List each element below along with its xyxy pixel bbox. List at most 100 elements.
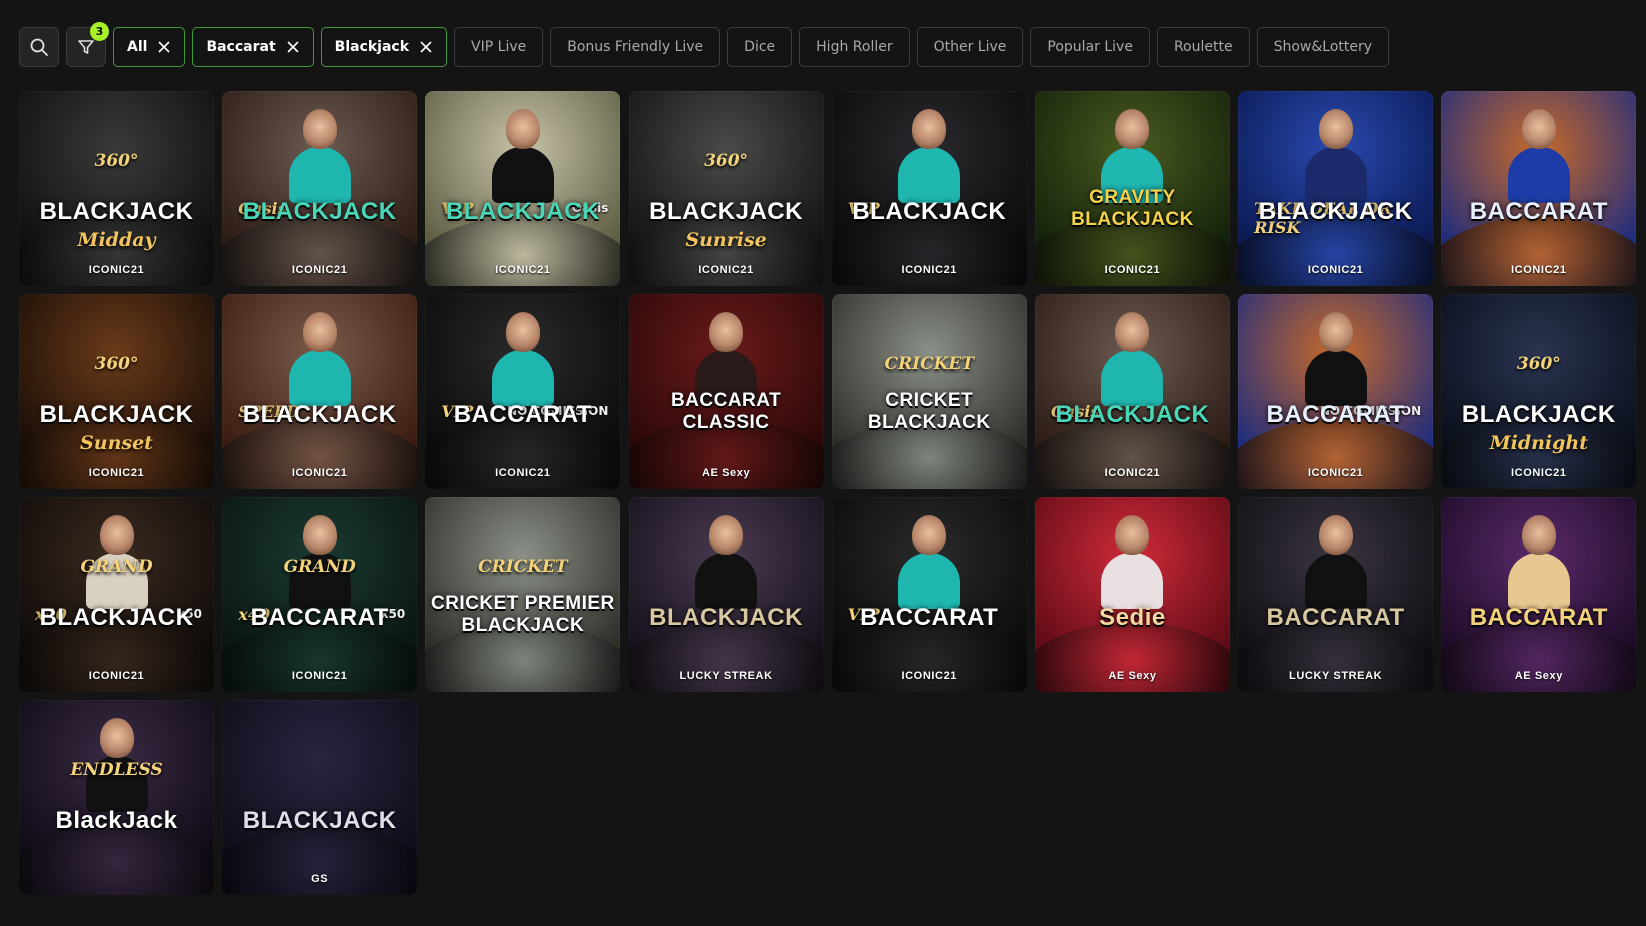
game-title: BLACKJACK <box>39 198 194 225</box>
game-provider-logo: ICONIC21 <box>291 670 348 682</box>
filter-chip-label: Other Live <box>933 39 1007 55</box>
game-title-top: 360° <box>94 354 139 374</box>
game-tile[interactable]: GRAND x40 x50 BLACKJACK ICONIC21 <box>19 497 214 692</box>
game-provider-logo: ICONIC21 <box>495 264 551 276</box>
game-tile[interactable]: VIP NO COMISSION BACCARAT ICONIC21 <box>425 294 621 489</box>
game-tile[interactable]: 360° BLACKJACK Sunrise ICONIC21 <box>628 91 824 286</box>
game-title-top: CRICKET <box>478 557 568 577</box>
game-title: BLACKJACK <box>1461 401 1616 428</box>
game-tile[interactable]: ENDLESS BlackJack <box>19 700 214 895</box>
filter-chip-all[interactable]: All <box>113 27 186 67</box>
filter-button[interactable]: 3 <box>66 22 109 67</box>
filter-chip-dice[interactable]: Dice <box>727 27 793 67</box>
game-title: BACCARAT CLASSIC <box>670 390 782 433</box>
game-title: CRICKET BLACKJACK <box>867 390 991 433</box>
dealer-image <box>1507 109 1570 203</box>
filter-chip-vip-live[interactable]: VIP Live <box>454 27 544 67</box>
game-tile[interactable]: SPEED BLACKJACK ICONIC21 <box>222 294 418 489</box>
game-grid: 360° BLACKJACK Midday ICONIC21 Oasis BLACKJAC… <box>19 91 1637 895</box>
game-provider-logo: ICONIC21 <box>901 264 958 276</box>
game-tile[interactable]: NO COMISSION BACCARAT ICONIC21 <box>1238 294 1434 489</box>
game-tile[interactable]: VIP BACCARAT ICONIC21 <box>831 497 1027 692</box>
dealer-image <box>1507 515 1570 609</box>
dealer-image <box>695 515 758 609</box>
filter-chip-list: All Baccarat Blackjack VIP Live Bonus Friend… <box>113 27 1390 67</box>
game-provider-logo: LUCKY STREAK <box>1289 670 1383 682</box>
game-tile[interactable]: BLACKJACK LUCKY STREAK <box>628 497 824 692</box>
search-button[interactable] <box>19 27 59 67</box>
filter-chip-bonus-friendly-live[interactable]: Bonus Friendly Live <box>550 27 721 67</box>
game-provider-logo: ICONIC21 <box>1104 264 1161 276</box>
search-icon <box>30 38 48 56</box>
game-title: CRICKET PREMIER BLACKJACK <box>430 593 615 636</box>
game-title-top: CRICKET <box>884 354 975 374</box>
game-title-sub: Sunrise <box>685 229 767 251</box>
filter-chip-baccarat[interactable]: Baccarat <box>192 27 314 67</box>
game-provider-logo: ICONIC21 <box>495 467 551 479</box>
game-table-art <box>19 825 214 895</box>
game-title-top: GRAND <box>80 557 153 577</box>
game-provider-logo: GS <box>311 873 329 885</box>
filter-bar: 3 All Baccarat Blackjack VIP Live Bonus Frie… <box>19 22 1390 67</box>
game-title: BACCARAT <box>1266 401 1405 428</box>
filter-chip-roulette[interactable]: Roulette <box>1156 27 1250 67</box>
game-title: Sedie <box>1099 604 1166 631</box>
game-tile[interactable]: Sedie AE Sexy <box>1034 497 1230 692</box>
filter-chip-other-live[interactable]: Other Live <box>916 27 1024 67</box>
game-provider-logo: LUCKY STREAK <box>679 670 773 682</box>
game-tile[interactable]: TAKE DEAL OR RISK BLACKJACK ICONIC21 <box>1238 91 1434 286</box>
close-icon[interactable] <box>157 40 171 54</box>
game-title: BACCARAT <box>250 604 389 631</box>
dealer-image <box>898 109 961 203</box>
filter-chip-high-roller[interactable]: High Roller <box>799 27 910 67</box>
game-title: BACCARAT <box>1266 604 1405 631</box>
dealer-image <box>1304 312 1367 406</box>
game-provider-logo: AE Sexy <box>1514 670 1563 682</box>
game-tile[interactable]: Oasis BLACKJACK ICONIC21 <box>222 91 418 286</box>
game-tile[interactable]: GRAVITY BLACKJACK ICONIC21 <box>1034 91 1230 286</box>
game-tile[interactable]: BACCARAT AE Sexy <box>1441 497 1637 692</box>
game-title: BACCARAT <box>860 604 999 631</box>
filter-icon <box>78 40 94 54</box>
filter-chip-label: Baccarat <box>206 39 276 55</box>
filter-chip-popular-live[interactable]: Popular Live <box>1030 27 1150 67</box>
filter-chip-label: All <box>127 39 148 55</box>
dealer-image <box>491 312 554 406</box>
game-provider-logo: ICONIC21 <box>88 670 145 682</box>
game-title: BACCARAT <box>453 401 592 428</box>
game-provider-logo: ICONIC21 <box>1104 467 1161 479</box>
game-provider-logo: ICONIC21 <box>901 670 958 682</box>
filter-chip-show-lottery[interactable]: Show&Lottery <box>1256 27 1390 67</box>
game-tile[interactable]: CRICKET CRICKET BLACKJACK <box>831 294 1027 489</box>
filter-count-badge: 3 <box>90 22 109 41</box>
game-tile[interactable]: BACCARAT ICONIC21 <box>1441 91 1637 286</box>
game-tile[interactable]: BACCARAT LUCKY STREAK <box>1238 497 1434 692</box>
game-tile[interactable]: 360° BLACKJACK Midday ICONIC21 <box>19 91 214 286</box>
game-title: BLACKJACK <box>649 198 803 225</box>
game-tile[interactable]: Oasis BLACKJACK ICONIC21 <box>1034 294 1230 489</box>
game-tile[interactable]: 360° BLACKJACK Sunset ICONIC21 <box>19 294 214 489</box>
game-provider-logo: AE Sexy <box>1108 670 1157 682</box>
dealer-image <box>898 515 961 609</box>
filter-chip-label: Show&Lottery <box>1273 39 1373 55</box>
filter-chip-label: Roulette <box>1173 39 1233 55</box>
game-title: BLACKJACK <box>445 198 600 225</box>
game-tile[interactable]: VIP BLACKJACK ICONIC21 <box>831 91 1027 286</box>
game-title: BLACKJACK <box>649 604 803 631</box>
game-provider-logo: ICONIC21 <box>698 264 754 276</box>
game-title-top: 360° <box>94 151 139 171</box>
game-tile[interactable]: GRAND x40 x50 BACCARAT ICONIC21 <box>222 497 418 692</box>
game-tile[interactable]: VIP Oasis BLACKJACK ICONIC21 <box>425 91 621 286</box>
game-tile[interactable]: BACCARAT CLASSIC AE Sexy <box>628 294 824 489</box>
filter-chip-blackjack[interactable]: Blackjack <box>320 27 448 67</box>
dealer-image <box>491 109 554 203</box>
game-title: BlackJack <box>55 807 178 834</box>
game-title: BACCARAT <box>1469 198 1608 225</box>
game-tile[interactable]: BLACKJACK GS <box>222 700 418 895</box>
game-tile[interactable]: 360° BLACKJACK Midnight ICONIC21 <box>1441 294 1637 489</box>
close-icon[interactable] <box>286 40 300 54</box>
close-icon[interactable] <box>419 40 433 54</box>
dealer-image <box>288 109 351 203</box>
game-title-sub: Sunset <box>80 432 153 454</box>
game-tile[interactable]: CRICKET CRICKET PREMIER BLACKJACK <box>425 497 621 692</box>
